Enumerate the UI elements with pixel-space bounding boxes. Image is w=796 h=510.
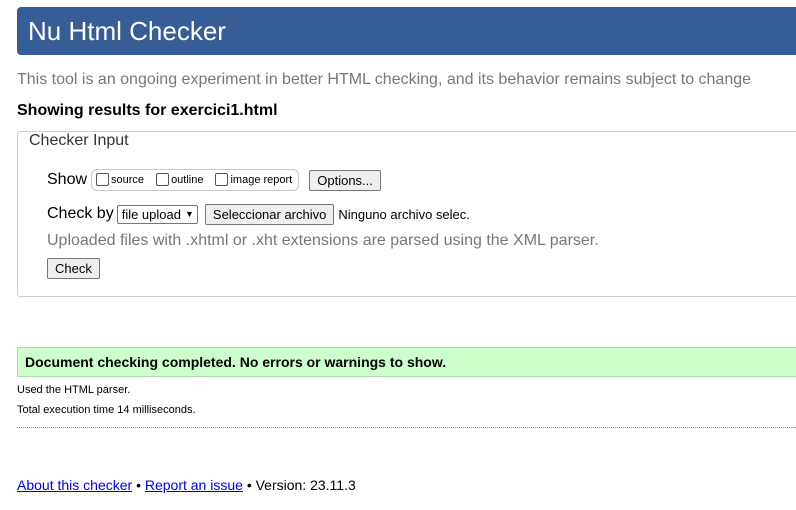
show-label: Show xyxy=(47,171,88,188)
divider xyxy=(17,427,796,428)
footer-separator: • xyxy=(246,477,252,493)
upload-hint: Uploaded files with .xhtml or .xht exten… xyxy=(47,232,599,249)
about-link[interactable]: About this checker xyxy=(17,477,132,493)
execution-time-info: Total execution time 14 milliseconds. xyxy=(17,404,196,416)
image-report-checkbox[interactable] xyxy=(215,172,229,186)
check-by-label: Check by xyxy=(47,205,114,222)
page-title: Nu Html Checker xyxy=(28,16,226,46)
page-subtitle: This tool is an ongoing experiment in be… xyxy=(17,71,752,88)
file-status: Ninguno archivo selec. xyxy=(338,206,470,222)
check-button[interactable]: Check xyxy=(47,258,100,279)
source-checkbox[interactable] xyxy=(96,172,110,186)
choose-file-button[interactable]: Seleccionar archivo xyxy=(204,203,335,225)
checker-input-legend: Checker Input xyxy=(26,132,132,150)
check-by-value: file upload xyxy=(121,206,181,222)
chevron-down-icon: ▼ xyxy=(184,209,194,219)
results-heading: Showing results for exercici1.html xyxy=(17,102,278,119)
report-issue-link[interactable]: Report an issue xyxy=(145,477,243,493)
source-checkbox-label[interactable]: source xyxy=(111,174,144,186)
show-row: Show source outline image report Options… xyxy=(47,168,381,192)
check-by-select[interactable]: file upload ▼ xyxy=(116,204,198,224)
version-text: Version: 23.11.3 xyxy=(255,477,356,493)
footer: About this checker • Report an issue • V… xyxy=(17,477,356,493)
check-by-row: Check by file upload ▼ Seleccionar archi… xyxy=(47,202,470,226)
success-message: Document checking completed. No errors o… xyxy=(17,347,796,377)
parser-info: Used the HTML parser. xyxy=(17,384,131,396)
options-button[interactable]: Options... xyxy=(309,169,381,191)
show-options-group: source outline image report xyxy=(91,169,300,191)
outline-checkbox[interactable] xyxy=(156,172,170,186)
image-report-checkbox-label[interactable]: image report xyxy=(230,174,292,186)
page-header: Nu Html Checker xyxy=(17,7,796,55)
footer-separator: • xyxy=(136,477,141,493)
outline-checkbox-label[interactable]: outline xyxy=(171,174,203,186)
